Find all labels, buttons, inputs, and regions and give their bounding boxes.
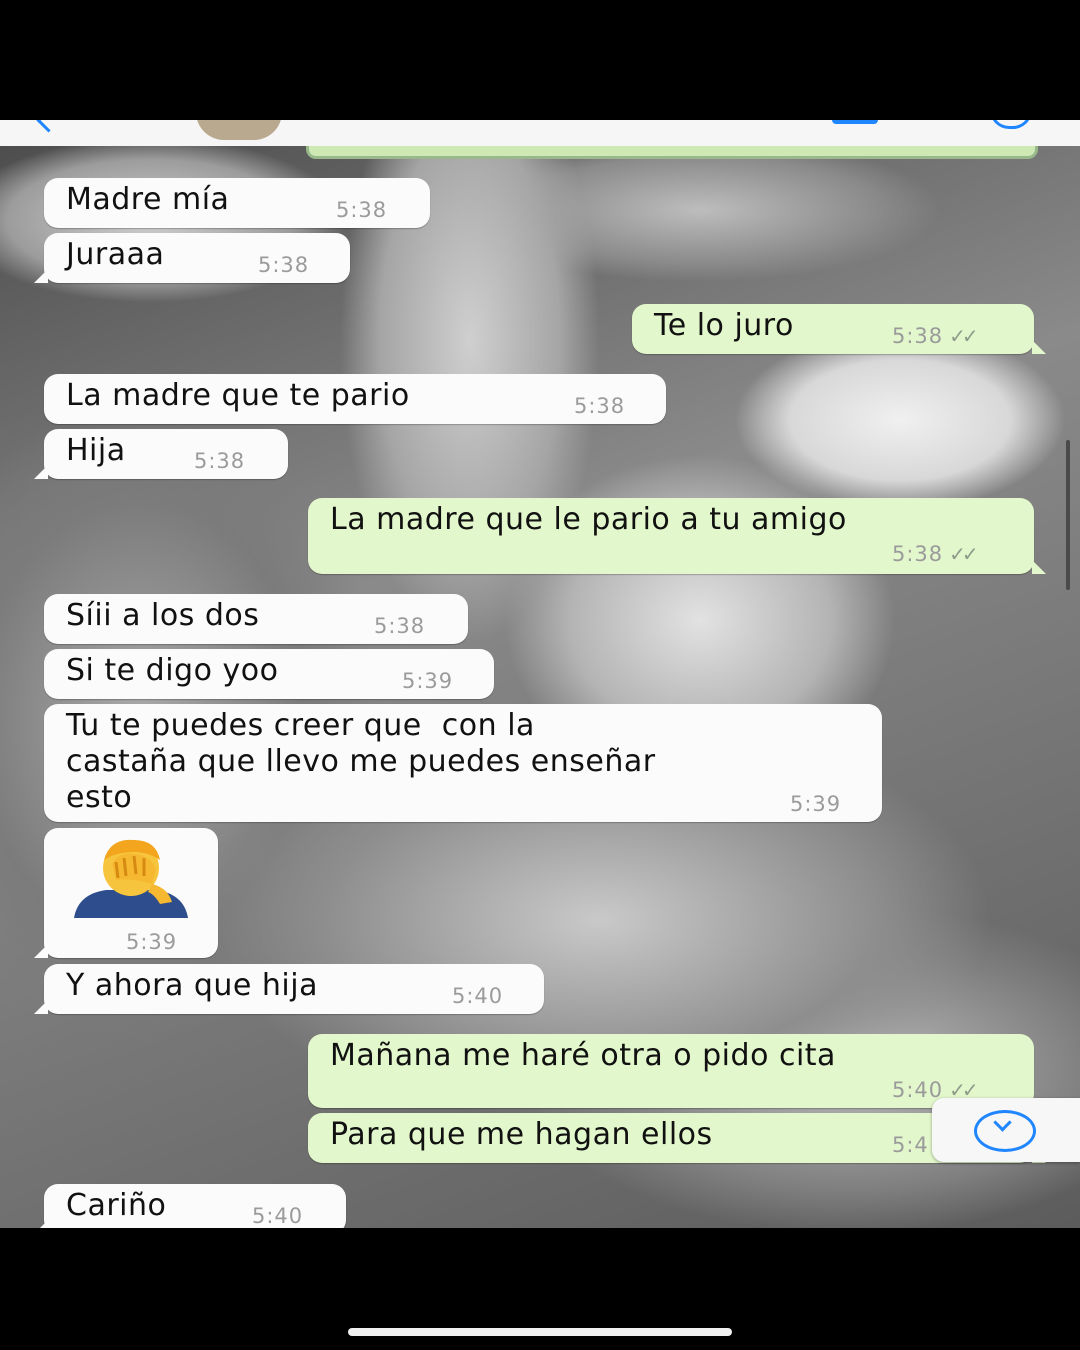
message-text: Tu te puedes creer que con la castaña qu… xyxy=(66,708,656,815)
scroll-to-bottom-button[interactable] xyxy=(932,1098,1080,1162)
message-text: Cariño xyxy=(66,1188,167,1223)
message-time: 5:38 ✓✓ xyxy=(892,542,979,566)
message-time: 5:38 xyxy=(258,253,310,277)
message-text: La madre que le pario a tu amigo xyxy=(330,502,847,537)
message-bubble[interactable]: Juraaa 5:38 xyxy=(34,233,350,283)
message-bubble[interactable]: Mañana me haré otra o pido cita 5:40 ✓✓ xyxy=(308,1034,1034,1108)
message-text: La madre que te pario xyxy=(66,378,410,413)
message-time: 5:38 ✓✓ xyxy=(892,324,979,348)
message-time: 5:38 xyxy=(374,614,426,638)
message-bubble[interactable]: Si te digo yoo 5:39 xyxy=(44,649,494,699)
video-call-icon[interactable] xyxy=(832,120,878,124)
back-chevron-icon[interactable] xyxy=(36,120,61,133)
message-text: Te lo juro xyxy=(654,308,794,343)
message-bubble[interactable]: Tu te puedes creer que con la castaña qu… xyxy=(44,704,882,822)
message-time: 5:38 xyxy=(194,449,246,473)
message-text: Mañana me haré otra o pido cita xyxy=(330,1038,836,1073)
message-bubble[interactable]: Hija 5:38 xyxy=(34,429,288,479)
double-check-icon: ✓✓ xyxy=(949,324,978,348)
emoji-message-bubble[interactable]: 5:39 xyxy=(34,828,218,958)
message-bubble[interactable]: La madre que le pario a tu amigo 5:38 ✓✓ xyxy=(308,498,1046,574)
message-bubble[interactable]: Para que me hagan ellos 5:4 xyxy=(308,1113,1046,1163)
message-time: 5:38 xyxy=(574,394,626,418)
scrollbar[interactable] xyxy=(1066,440,1070,590)
double-check-icon: ✓✓ xyxy=(949,542,978,566)
message-time: 5:38 xyxy=(336,198,388,222)
message-bubble[interactable]: Síii a los dos 5:38 xyxy=(44,594,468,644)
home-indicator[interactable] xyxy=(348,1328,732,1336)
phone-call-icon[interactable] xyxy=(990,120,1032,129)
facepalm-emoji-icon xyxy=(74,839,188,918)
message-text: Síii a los dos xyxy=(66,598,260,633)
message-text: Y ahora que hija xyxy=(66,968,318,1003)
chat-header xyxy=(0,120,1080,146)
message-bubble[interactable]: Y ahora que hija 5:40 xyxy=(34,964,544,1014)
message-time: 5:4 xyxy=(892,1133,929,1157)
message-bubble[interactable]: Cariño 5:40 xyxy=(34,1184,346,1228)
message-bubble[interactable]: Madre mía 5:38 xyxy=(44,178,430,228)
message-text: Juraaa xyxy=(66,237,165,272)
message-time: 5:39 xyxy=(402,669,454,693)
message-bubble[interactable]: La madre que te pario 5:38 xyxy=(44,374,666,424)
message-time: 5:39 xyxy=(126,930,178,954)
message-time: 5:40 xyxy=(452,984,504,1008)
message-time: 5:39 xyxy=(790,792,842,816)
contact-avatar[interactable] xyxy=(196,120,282,140)
message-text: Para que me hagan ellos xyxy=(330,1117,713,1152)
message-text: Si te digo yoo xyxy=(66,653,279,688)
message-text: Hija xyxy=(66,433,126,468)
chat-screen: Madre mía 5:38 Juraaa 5:38 Te lo juro 5:… xyxy=(0,120,1080,1228)
message-text: Madre mía xyxy=(66,182,230,217)
message-bubble[interactable]: Te lo juro 5:38 ✓✓ xyxy=(632,304,1046,354)
message-time: 5:40 xyxy=(252,1204,304,1228)
